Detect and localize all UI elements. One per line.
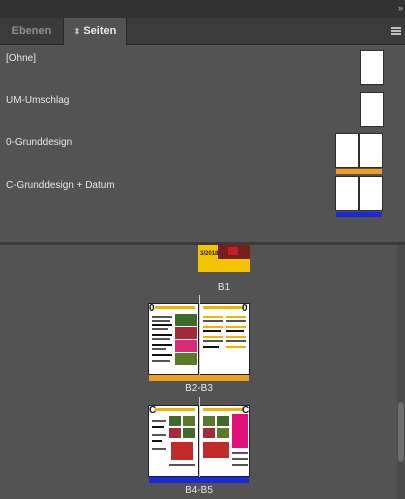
photo	[217, 428, 229, 438]
spread-label-b2-b3: B2-B3	[185, 383, 213, 394]
master-prefix-right: C	[242, 405, 250, 416]
text-line	[203, 326, 223, 328]
photo	[183, 416, 195, 426]
tab-ebenen[interactable]: Ebenen	[0, 18, 63, 45]
cover-issue-text: 3/2018	[200, 251, 219, 257]
master-thumb-0-grunddesign-left[interactable]	[335, 133, 359, 168]
header-bar	[155, 306, 195, 309]
master-color-bar-orange	[336, 169, 382, 174]
spread-color-bar-orange	[149, 375, 249, 381]
tab-seiten[interactable]: ⇕ Seiten	[63, 18, 127, 46]
text-line	[226, 330, 244, 332]
photo	[169, 416, 181, 426]
header-bar	[203, 408, 243, 411]
master-pages-section: [Ohne] UM-Umschlag 0-Grunddesign C-Grund…	[0, 45, 405, 242]
spread-label-b4-b5: B4-B5	[185, 485, 213, 496]
master-label-c-grunddesign-datum[interactable]: C-Grunddesign + Datum	[6, 180, 115, 191]
master-label-um-umschlag[interactable]: UM-Umschlag	[6, 95, 69, 106]
page-thumb-b1[interactable]: 3/2018	[198, 245, 250, 272]
panel-top-strip: »	[0, 0, 405, 18]
text-line	[152, 354, 172, 356]
photo	[175, 327, 197, 339]
photo	[183, 428, 195, 438]
master-thumb-c-grunddesign-right[interactable]	[359, 176, 383, 211]
magenta-box	[232, 414, 248, 448]
master-thumb-0-grunddesign-right[interactable]	[359, 133, 383, 168]
text-line	[152, 426, 164, 428]
spread-color-bar-blue	[149, 477, 249, 483]
photo	[203, 428, 215, 438]
collapse-panel-icon[interactable]: »	[398, 3, 403, 13]
text-line	[203, 340, 223, 342]
panel-menu-icon[interactable]	[391, 27, 401, 35]
text-line	[152, 338, 170, 340]
text-line	[226, 320, 246, 322]
text-line	[152, 420, 166, 422]
text-line	[152, 344, 172, 346]
photo	[175, 340, 197, 352]
text-line	[232, 458, 248, 460]
sort-arrows-icon: ⇕	[73, 27, 81, 36]
text-line	[203, 316, 223, 318]
photo	[203, 442, 229, 458]
photo	[175, 314, 197, 326]
text-line	[226, 326, 246, 328]
document-pages-section: 3/2018 B1 0 0 B2-B3 C C B4-B5	[0, 245, 405, 499]
spread-spine	[199, 397, 200, 479]
text-line	[152, 448, 166, 450]
spread-b1[interactable]: 3/2018	[198, 245, 250, 272]
text-line	[152, 348, 166, 350]
text-line	[203, 346, 219, 348]
text-line	[152, 434, 166, 436]
master-thumb-c-grunddesign-left[interactable]	[335, 176, 359, 211]
tab-seiten-label: Seiten	[83, 25, 117, 37]
text-line	[152, 324, 172, 326]
text-line	[152, 360, 170, 362]
text-line	[226, 346, 246, 348]
scrollbar-thumb[interactable]	[398, 402, 404, 462]
cover-photo-flower	[228, 247, 238, 255]
photo	[169, 428, 181, 438]
header-bar	[155, 408, 195, 411]
text-line	[152, 320, 170, 322]
text-line	[152, 316, 172, 318]
master-thumb-ohne[interactable]	[360, 50, 384, 85]
text-line	[203, 336, 223, 338]
master-prefix-left: C	[149, 405, 157, 416]
text-line	[226, 336, 246, 338]
photo	[217, 416, 229, 426]
photo	[171, 442, 193, 460]
text-line	[152, 334, 172, 336]
page-thumb-b2[interactable]	[148, 303, 199, 375]
text-line	[232, 452, 248, 454]
master-thumb-um-umschlag[interactable]	[360, 92, 384, 127]
master-prefix-right: 0	[242, 303, 248, 314]
text-line	[203, 320, 223, 322]
spread-spine	[199, 295, 200, 377]
master-prefix-left: 0	[149, 303, 155, 314]
text-line	[203, 330, 221, 332]
text-line	[232, 464, 248, 466]
header-bar	[203, 306, 243, 309]
text-line	[152, 440, 162, 442]
panel-tab-bar: Ebenen ⇕ Seiten	[0, 18, 405, 46]
master-color-bar-blue	[336, 212, 382, 217]
text-line	[152, 328, 168, 330]
master-label-0-grunddesign[interactable]: 0-Grunddesign	[6, 137, 72, 148]
photo	[175, 353, 197, 365]
spread-label-b1: B1	[217, 282, 231, 293]
text-line	[226, 340, 246, 342]
photo	[203, 416, 215, 426]
text-line	[226, 316, 246, 318]
master-label-ohne[interactable]: [Ohne]	[6, 53, 36, 64]
text-line	[169, 464, 195, 466]
